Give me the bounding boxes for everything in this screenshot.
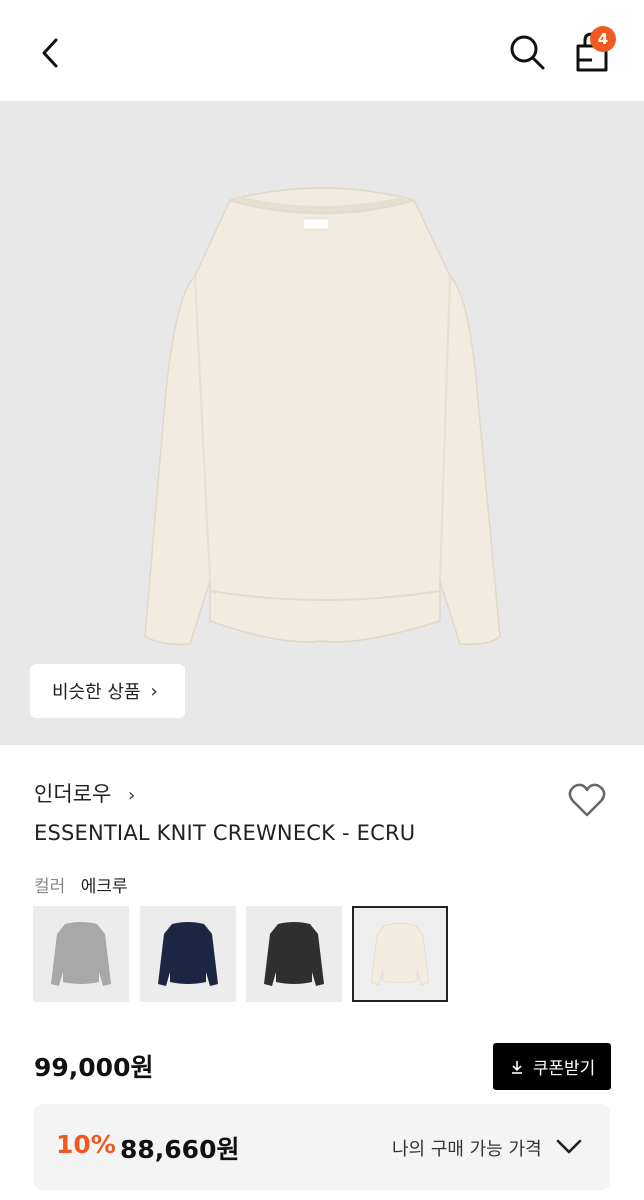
- swatch-navy[interactable]: [140, 906, 236, 1002]
- brand-name: 인더로우: [34, 782, 112, 806]
- search-icon: [510, 35, 545, 70]
- swatch-charcoal[interactable]: [246, 906, 342, 1002]
- color-value: 에크루: [80, 877, 128, 897]
- cart-button[interactable]: 4: [568, 26, 618, 76]
- back-button[interactable]: [30, 30, 70, 76]
- product-image[interactable]: 비슷한 상품 ›: [0, 101, 644, 745]
- product-price: 99,000원: [34, 1053, 154, 1082]
- similar-products-button[interactable]: 비슷한 상품 ›: [30, 664, 185, 718]
- chevron-down-icon: [556, 1139, 582, 1154]
- chevron-left-icon: [42, 38, 58, 68]
- final-price: 88,660원: [120, 1135, 240, 1164]
- sweater-image: [144, 187, 501, 646]
- similar-products-label: 비슷한 상품: [52, 682, 141, 703]
- top-header: 4: [0, 0, 644, 101]
- search-button[interactable]: [505, 30, 549, 74]
- cart-count-badge: 4: [590, 26, 616, 52]
- coupon-label: 쿠폰받기: [532, 1059, 596, 1079]
- swatch-gray[interactable]: [33, 906, 129, 1002]
- discount-rate: 10%: [56, 1130, 116, 1159]
- chevron-right-icon: ›: [150, 680, 158, 702]
- coupon-button[interactable]: 쿠폰받기: [493, 1043, 611, 1090]
- charcoal-sweater-thumb: [264, 922, 324, 986]
- heart-icon: [568, 783, 606, 817]
- brand-link[interactable]: 인더로우 ›: [34, 778, 135, 808]
- swatch-ecru[interactable]: [352, 906, 448, 1002]
- chevron-right-icon: ›: [127, 785, 136, 806]
- my-price-panel[interactable]: 10% 88,660원 나의 구매 가능 가격: [34, 1104, 610, 1190]
- navy-sweater-thumb: [158, 922, 218, 986]
- product-title: ESSENTIAL KNIT CREWNECK - ECRU: [34, 821, 416, 845]
- color-row: 컬러 에크루: [34, 872, 128, 897]
- ecru-sweater-thumb: [370, 922, 430, 986]
- gray-sweater-thumb: [51, 922, 111, 986]
- color-label: 컬러: [34, 877, 66, 897]
- my-price-label: 나의 구매 가능 가격: [392, 1139, 542, 1160]
- wishlist-button[interactable]: [566, 780, 608, 820]
- download-icon: [511, 1060, 522, 1074]
